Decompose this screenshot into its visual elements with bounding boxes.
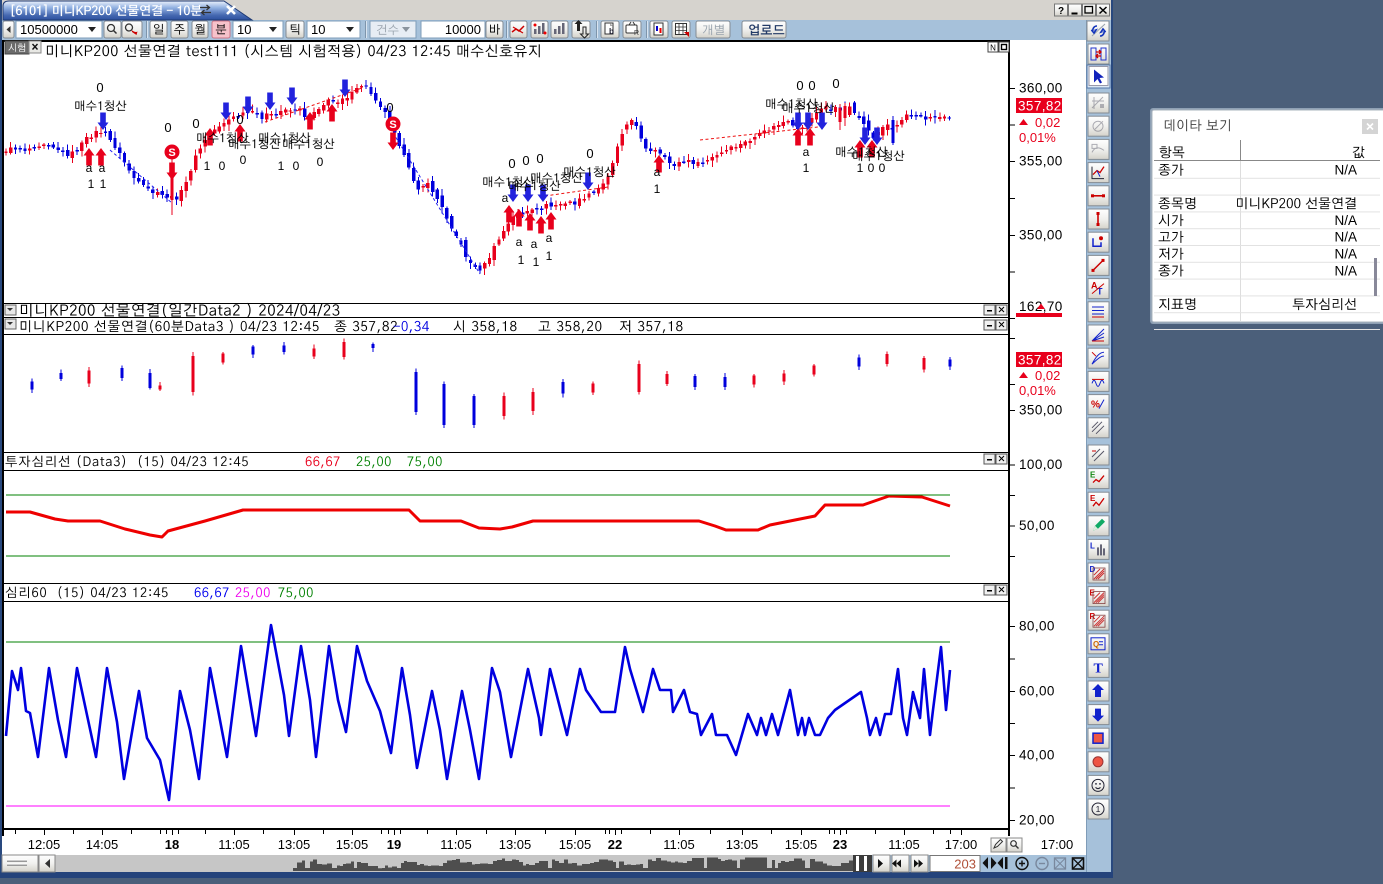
svg-text:13:05: 13:05 — [278, 837, 311, 852]
svg-text:11:05: 11:05 — [663, 837, 695, 852]
svg-text:22: 22 — [608, 837, 622, 852]
svg-text:11:05: 11:05 — [888, 837, 920, 852]
svg-text:1: 1 — [88, 177, 95, 191]
svg-text:a: a — [546, 231, 553, 245]
svg-text:?: ? — [1058, 6, 1064, 17]
svg-text:1: 1 — [100, 177, 107, 191]
svg-text:1: 1 — [857, 161, 864, 175]
svg-text:a: a — [86, 161, 93, 175]
svg-text:D: D — [1090, 565, 1096, 574]
svg-text:E: E — [1090, 494, 1096, 503]
svg-text:1: 1 — [278, 159, 285, 173]
svg-text:350,00: 350,00 — [1019, 403, 1063, 418]
svg-text:357,82: 357,82 — [1018, 353, 1062, 368]
svg-text:R: R — [634, 30, 639, 37]
svg-text:1: 1 — [533, 255, 540, 269]
svg-text:15:05: 15:05 — [336, 837, 369, 852]
svg-text:N/A: N/A — [1334, 230, 1357, 245]
svg-text:203: 203 — [954, 857, 976, 872]
svg-text:0: 0 — [317, 155, 324, 169]
svg-text:0,02: 0,02 — [1035, 115, 1060, 130]
svg-text:100,00: 100,00 — [1019, 457, 1063, 472]
svg-text:0: 0 — [219, 159, 226, 173]
svg-text:0: 0 — [832, 76, 839, 91]
svg-text:15:05: 15:05 — [785, 837, 818, 852]
svg-text:0: 0 — [796, 78, 803, 93]
svg-text:0,02: 0,02 — [1035, 368, 1060, 383]
svg-text:a: a — [516, 235, 523, 249]
svg-text:Q: Q — [1093, 640, 1099, 649]
svg-text:0: 0 — [879, 161, 886, 175]
svg-text:0: 0 — [236, 112, 243, 127]
svg-text:0: 0 — [536, 151, 543, 166]
svg-text:b: b — [609, 27, 614, 36]
svg-text:10500000: 10500000 — [20, 22, 78, 37]
svg-text:0,01%: 0,01% — [1019, 130, 1056, 145]
svg-text:0: 0 — [96, 80, 103, 95]
svg-text:17:00: 17:00 — [1041, 837, 1074, 852]
svg-text:a: a — [99, 161, 106, 175]
svg-text:20,00: 20,00 — [1019, 813, 1055, 828]
svg-text:N/A: N/A — [1334, 247, 1357, 262]
svg-text:19: 19 — [387, 837, 401, 852]
svg-text:15:05: 15:05 — [559, 837, 592, 852]
svg-text:11:05: 11:05 — [440, 837, 472, 852]
svg-text:0: 0 — [386, 100, 393, 115]
svg-text:1: 1 — [803, 161, 810, 175]
svg-text:1: 1 — [546, 249, 553, 263]
svg-text:1: 1 — [518, 253, 525, 267]
svg-text:0,01%: 0,01% — [1019, 383, 1056, 398]
svg-text:13:05: 13:05 — [726, 837, 759, 852]
svg-text:10: 10 — [311, 22, 325, 37]
svg-text:360,00: 360,00 — [1019, 81, 1063, 96]
svg-text:N/A: N/A — [1334, 213, 1357, 228]
svg-text:a: a — [654, 165, 661, 179]
svg-text:357,82: 357,82 — [1018, 99, 1062, 114]
svg-text:a: a — [502, 191, 509, 205]
svg-text:10: 10 — [237, 22, 251, 37]
svg-text:0: 0 — [868, 161, 875, 175]
svg-text:50,00: 50,00 — [1019, 518, 1055, 533]
svg-text:a: a — [803, 145, 810, 159]
svg-text:13:05: 13:05 — [499, 837, 532, 852]
svg-text:10000: 10000 — [445, 22, 481, 37]
svg-text:0: 0 — [586, 146, 593, 161]
svg-text:1: 1 — [654, 182, 661, 196]
svg-text:0: 0 — [192, 116, 199, 131]
svg-text:0: 0 — [508, 156, 515, 171]
svg-text:R: R — [1090, 612, 1096, 621]
svg-text:%: % — [1091, 400, 1100, 411]
svg-text:0: 0 — [808, 78, 815, 93]
svg-text:a: a — [531, 237, 538, 251]
svg-text:23: 23 — [833, 837, 847, 852]
svg-text:N/A: N/A — [1334, 263, 1357, 278]
svg-text:0: 0 — [164, 120, 171, 135]
svg-text:17:00: 17:00 — [945, 837, 978, 852]
svg-text:350,00: 350,00 — [1019, 228, 1063, 243]
svg-text:80,00: 80,00 — [1019, 619, 1055, 634]
svg-text:E: E — [1090, 471, 1096, 480]
svg-text:0: 0 — [240, 153, 247, 167]
svg-text:355,00: 355,00 — [1019, 154, 1063, 169]
svg-text:40,00: 40,00 — [1019, 748, 1055, 763]
svg-text:1: 1 — [204, 159, 211, 173]
svg-text:N/A: N/A — [1334, 163, 1357, 178]
svg-text:T: T — [1094, 661, 1104, 676]
svg-text:S: S — [168, 147, 175, 159]
svg-text:N: N — [990, 44, 996, 53]
svg-text:E: E — [1090, 589, 1096, 598]
svg-text:12:05: 12:05 — [28, 837, 61, 852]
svg-text:S: S — [389, 119, 396, 131]
svg-text:1: 1 — [1096, 804, 1101, 814]
svg-text:0: 0 — [522, 153, 529, 168]
svg-text:11:05: 11:05 — [218, 837, 250, 852]
svg-text:18: 18 — [165, 837, 179, 852]
svg-text:L: L — [1090, 541, 1095, 550]
svg-text:14:05: 14:05 — [86, 837, 119, 852]
svg-text:0: 0 — [293, 159, 300, 173]
svg-text:60,00: 60,00 — [1019, 684, 1055, 699]
